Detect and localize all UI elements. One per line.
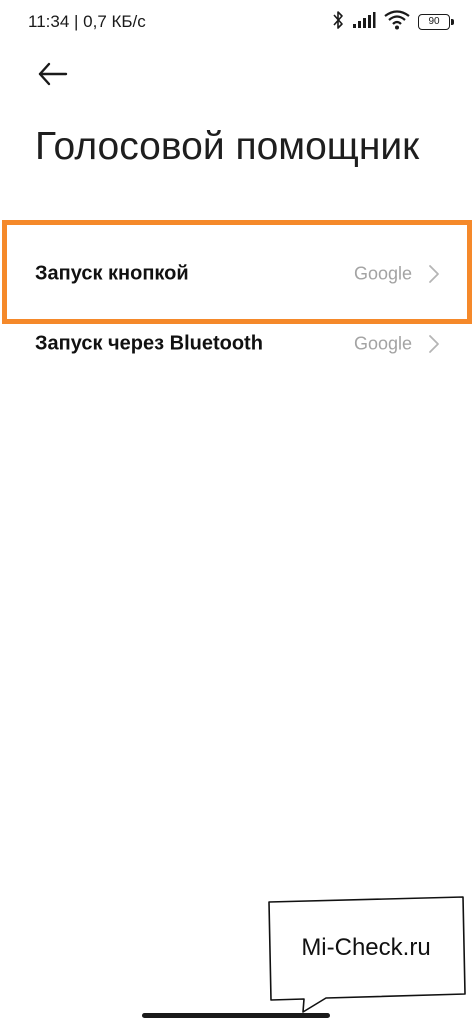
status-time-speed: 11:34 | 0,7 КБ/с (28, 12, 146, 31)
settings-item-label: Запуск кнопкой (35, 262, 189, 285)
screen: 11:34 | 0,7 КБ/с 90 Голосовой помощник З… (0, 0, 474, 1027)
status-bar: 11:34 | 0,7 КБ/с 90 (0, 0, 474, 46)
settings-item-button-launch[interactable]: Запуск кнопкой Google (0, 240, 474, 308)
home-indicator[interactable] (142, 1013, 330, 1018)
page-title: Голосовой помощник (35, 125, 420, 168)
signal-icon (352, 11, 376, 34)
wifi-icon (384, 9, 410, 35)
chevron-right-icon (429, 265, 439, 283)
status-icons: 90 (332, 9, 454, 35)
watermark-text: Mi-Check.ru (301, 934, 431, 961)
settings-item-bluetooth-launch[interactable]: Запуск через Bluetooth Google (0, 310, 474, 378)
battery-icon: 90 (418, 14, 454, 30)
settings-item-value: Google (353, 263, 412, 284)
chevron-right-icon (429, 335, 439, 353)
settings-item-value: Google (353, 333, 412, 354)
watermark: Mi-Check.ru (266, 894, 466, 1014)
bluetooth-icon (332, 10, 344, 35)
back-button[interactable] (34, 58, 74, 90)
settings-item-label: Запуск через Bluetooth (35, 332, 263, 355)
arrow-left-icon (38, 62, 68, 86)
